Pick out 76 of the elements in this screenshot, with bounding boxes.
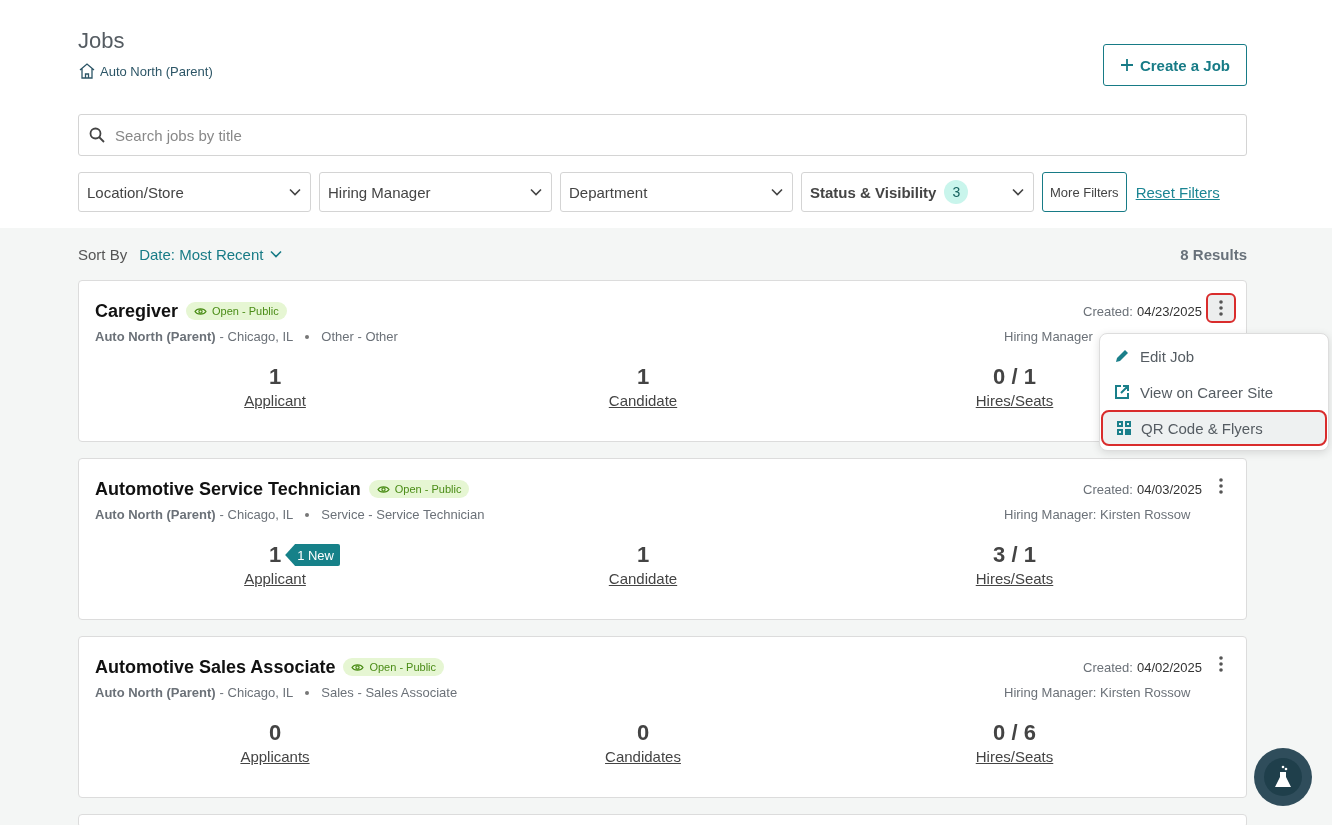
store-name: Auto North (Parent) — [95, 507, 216, 522]
reset-filters-link[interactable]: Reset Filters — [1135, 183, 1220, 201]
job-department: Sales - Sales Associate — [321, 685, 458, 700]
store-name: Auto North (Parent) — [95, 685, 216, 700]
filter-count: 3 — [944, 180, 969, 204]
stat-link[interactable]: Hires/Seats — [975, 748, 1054, 765]
created-label: Created: — [1083, 304, 1133, 319]
plus-icon — [1119, 58, 1134, 72]
filter-dropdown[interactable]: Status & Visibility 3 — [801, 172, 1034, 212]
new-tag: 1 New — [285, 544, 340, 566]
kebab-icon — [1219, 478, 1223, 494]
status-tag: Open - Public — [343, 658, 445, 676]
stat-link[interactable]: Applicants — [240, 748, 310, 765]
stat-link[interactable]: Applicant — [244, 392, 306, 409]
job-location: - Chicago, IL — [219, 685, 294, 700]
search-input[interactable]: Search jobs by title — [113, 125, 1236, 145]
eye-icon — [351, 662, 365, 672]
filter-dropdown[interactable]: Hiring Manager — [319, 172, 552, 212]
external-link-icon — [1114, 384, 1130, 400]
stat-value: 1 — [268, 542, 282, 567]
eye-icon — [194, 306, 208, 316]
filter-dropdown[interactable]: Department — [560, 172, 793, 212]
stat-value: 0 — [636, 720, 650, 745]
job-location: - Chicago, IL — [219, 507, 294, 522]
home-icon — [78, 62, 96, 80]
job-title: Automotive Service Technician — [95, 478, 361, 500]
breadcrumb-link[interactable]: Auto North (Parent) — [78, 62, 213, 80]
stat-value: 0 / 6 — [993, 720, 1036, 745]
sort-label: Sort By — [78, 245, 128, 263]
eye-icon — [376, 484, 390, 494]
created-date: 04/03/2025 — [1136, 482, 1202, 497]
stat-value: 1 — [268, 364, 282, 389]
search-field[interactable]: Search jobs by title — [78, 114, 1247, 156]
created-label: Created: — [1083, 660, 1133, 675]
stat-value: 1 — [636, 364, 650, 389]
hiring-manager: Hiring Manager — [1004, 329, 1094, 344]
stat-value: 0 — [268, 720, 282, 745]
stat-value: 1 — [636, 542, 650, 567]
pencil-icon — [1114, 348, 1130, 364]
more-options-button[interactable] — [1206, 293, 1236, 323]
kebab-icon — [1219, 300, 1223, 316]
stat-value: 3 / 1 — [993, 542, 1036, 567]
stat-link[interactable]: Applicant — [244, 570, 306, 587]
stat-link[interactable]: Candidate — [608, 570, 678, 587]
stat-value: 0 / 1 — [993, 364, 1036, 389]
store-name: Auto North (Parent) — [95, 329, 216, 344]
menu-item[interactable]: QR Code & Flyers — [1101, 410, 1327, 446]
stat-link[interactable]: Candidates — [605, 748, 681, 765]
qr-code-icon — [1117, 421, 1131, 435]
kebab-icon — [1219, 656, 1223, 672]
job-title: Automotive Sales Associate — [95, 656, 336, 678]
filter-dropdown[interactable]: Location/Store — [78, 172, 311, 212]
job-department: Service - Service Technician — [321, 507, 485, 522]
hiring-manager: Hiring Manager: Kirsten Rossow — [1004, 685, 1192, 700]
created-label: Created: — [1083, 482, 1133, 497]
job-department: Other - Other — [321, 329, 398, 344]
help-button[interactable] — [1254, 748, 1312, 806]
job-title: Caregiver — [95, 300, 179, 322]
more-filters-button[interactable]: More Filters — [1042, 172, 1127, 212]
menu-item[interactable]: View on Career Site — [1100, 374, 1328, 410]
stat-link[interactable]: Hires/Seats — [975, 392, 1054, 409]
status-tag: Open - Public — [368, 480, 470, 498]
results-count: 8 Results — [1180, 245, 1247, 263]
sort-dropdown[interactable]: Date: Most Recent — [139, 245, 284, 263]
job-location: - Chicago, IL — [219, 329, 294, 344]
menu-item[interactable]: Edit Job — [1100, 338, 1328, 374]
stat-link[interactable]: Candidate — [608, 392, 678, 409]
search-icon — [89, 127, 105, 143]
page-title: Jobs — [78, 28, 126, 54]
flask-icon — [1264, 758, 1302, 796]
created-date: 04/02/2025 — [1136, 660, 1202, 675]
stat-link[interactable]: Hires/Seats — [975, 570, 1054, 587]
hiring-manager: Hiring Manager: Kirsten Rossow — [1004, 507, 1192, 522]
status-tag: Open - Public — [186, 302, 287, 320]
created-date: 04/23/2025 — [1136, 304, 1202, 319]
create-job-button[interactable]: Create a Job — [1102, 44, 1247, 86]
